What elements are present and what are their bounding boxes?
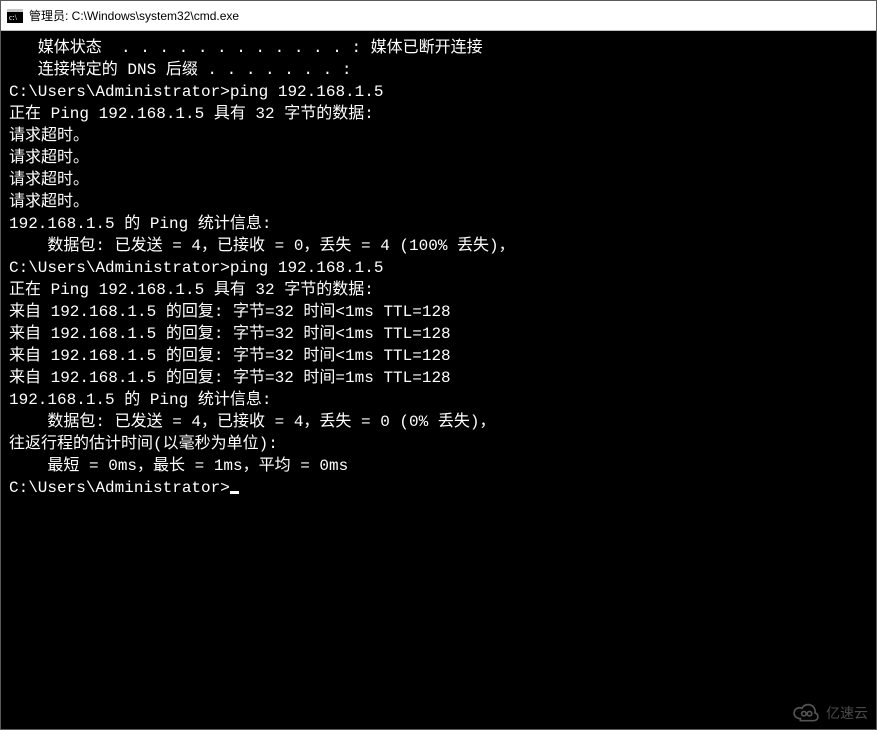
terminal-output[interactable]: 媒体状态 . . . . . . . . . . . . : 媒体已断开连接 连…	[1, 31, 876, 729]
terminal-line: 正在 Ping 192.168.1.5 具有 32 字节的数据:	[9, 103, 868, 125]
terminal-line: 数据包: 已发送 = 4，已接收 = 0，丢失 = 4 (100% 丢失)，	[9, 235, 868, 257]
terminal-line: 请求超时。	[9, 125, 868, 147]
terminal-line: 最短 = 0ms，最长 = 1ms，平均 = 0ms	[9, 455, 868, 477]
terminal-line: 正在 Ping 192.168.1.5 具有 32 字节的数据:	[9, 279, 868, 301]
terminal-line: 192.168.1.5 的 Ping 统计信息:	[9, 389, 868, 411]
cmd-window: c:\ 管理员: C:\Windows\system32\cmd.exe 媒体状…	[0, 0, 877, 730]
terminal-line: C:\Users\Administrator>	[9, 477, 868, 499]
cursor	[230, 491, 239, 494]
terminal-line: 来自 192.168.1.5 的回复: 字节=32 时间<1ms TTL=128	[9, 323, 868, 345]
terminal-line: 来自 192.168.1.5 的回复: 字节=32 时间<1ms TTL=128	[9, 345, 868, 367]
terminal-line: 数据包: 已发送 = 4，已接收 = 4，丢失 = 0 (0% 丢失)，	[9, 411, 868, 433]
terminal-line: 请求超时。	[9, 169, 868, 191]
terminal-line: C:\Users\Administrator>ping 192.168.1.5	[9, 257, 868, 279]
terminal-line: 媒体状态 . . . . . . . . . . . . : 媒体已断开连接	[9, 37, 868, 59]
terminal-line: 连接特定的 DNS 后缀 . . . . . . . :	[9, 59, 868, 81]
terminal-line: 192.168.1.5 的 Ping 统计信息:	[9, 213, 868, 235]
terminal-line: 请求超时。	[9, 191, 868, 213]
terminal-line: 请求超时。	[9, 147, 868, 169]
terminal-line: 来自 192.168.1.5 的回复: 字节=32 时间=1ms TTL=128	[9, 367, 868, 389]
cmd-icon: c:\	[7, 9, 23, 23]
terminal-line: 来自 192.168.1.5 的回复: 字节=32 时间<1ms TTL=128	[9, 301, 868, 323]
window-title: 管理员: C:\Windows\system32\cmd.exe	[29, 7, 239, 24]
terminal-line: 往返行程的估计时间(以毫秒为单位):	[9, 433, 868, 455]
terminal-line: C:\Users\Administrator>ping 192.168.1.5	[9, 81, 868, 103]
title-bar[interactable]: c:\ 管理员: C:\Windows\system32\cmd.exe	[1, 1, 876, 31]
svg-text:c:\: c:\	[9, 13, 18, 22]
